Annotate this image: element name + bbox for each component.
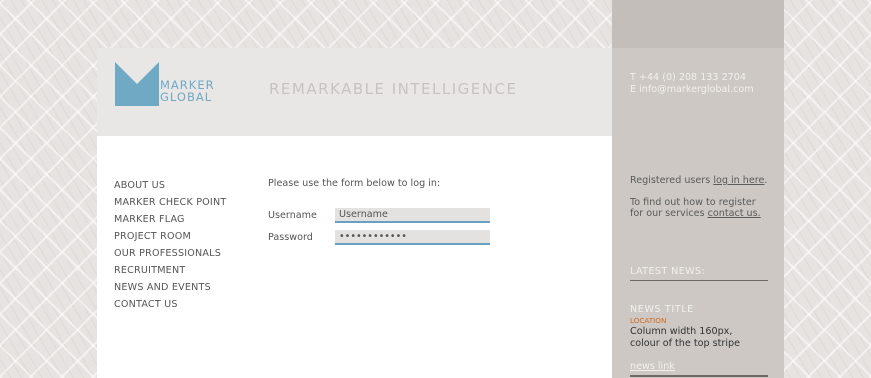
registered-users-text: Registered users log in here. xyxy=(630,175,768,186)
news-divider xyxy=(630,375,768,377)
news-link[interactable]: news link xyxy=(630,361,675,372)
nav-item-project-room[interactable]: PROJECT ROOM xyxy=(114,228,226,245)
contact-email: E info@markerglobal.com xyxy=(630,83,754,95)
nav-item-our-professionals[interactable]: OUR PROFESSIONALS xyxy=(114,245,226,262)
latest-news-heading: LATEST NEWS: xyxy=(630,266,768,281)
password-input[interactable] xyxy=(335,230,490,245)
contact-info: T +44 (0) 208 133 2704 E info@markerglob… xyxy=(630,72,754,95)
login-intro: Please use the form below to log in: xyxy=(268,178,441,189)
left-pattern-column xyxy=(0,0,97,378)
logo-line-2: GLOBAL xyxy=(160,90,213,104)
contact-us-link[interactable]: contact us. xyxy=(708,208,761,219)
page: MARKER GLOBAL REMARKABLE INTELLIGENCE AB… xyxy=(0,0,871,378)
nav-item-marker-check-point[interactable]: MARKER CHECK POINT xyxy=(114,194,226,211)
logo-mark-icon xyxy=(115,62,159,106)
login-here-link[interactable]: log in here xyxy=(713,175,764,186)
nav-item-marker-flag[interactable]: MARKER FLAG xyxy=(114,211,226,228)
main-content: MARKER GLOBAL REMARKABLE INTELLIGENCE AB… xyxy=(97,48,612,378)
right-pattern-column xyxy=(784,0,871,378)
news-title: NEWS TITLE xyxy=(630,304,694,315)
header: MARKER GLOBAL REMARKABLE INTELLIGENCE xyxy=(97,48,612,136)
top-pattern-band xyxy=(97,0,612,48)
nav-item-about-us[interactable]: ABOUT US xyxy=(114,177,226,194)
tagline: REMARKABLE INTELLIGENCE xyxy=(269,80,518,98)
nav-item-news-and-events[interactable]: NEWS AND EVENTS xyxy=(114,279,226,296)
main-nav: ABOUT US MARKER CHECK POINT MARKER FLAG … xyxy=(114,177,226,313)
right-sidebar: T +44 (0) 208 133 2704 E info@markerglob… xyxy=(612,0,784,378)
nav-item-recruitment[interactable]: RECRUITMENT xyxy=(114,262,226,279)
username-input[interactable] xyxy=(335,208,490,223)
news-location: LOCATION xyxy=(630,316,667,325)
contact-phone: T +44 (0) 208 133 2704 xyxy=(630,72,746,83)
logo-text: MARKER GLOBAL xyxy=(160,79,214,104)
sidebar-top-stripe xyxy=(612,0,784,48)
password-label: Password xyxy=(268,232,313,243)
nav-item-contact-us[interactable]: CONTACT US xyxy=(114,296,226,313)
register-info-text: To find out how to register for our serv… xyxy=(630,197,761,219)
news-body: Column width 160px, colour of the top st… xyxy=(630,326,740,349)
username-label: Username xyxy=(268,210,317,221)
